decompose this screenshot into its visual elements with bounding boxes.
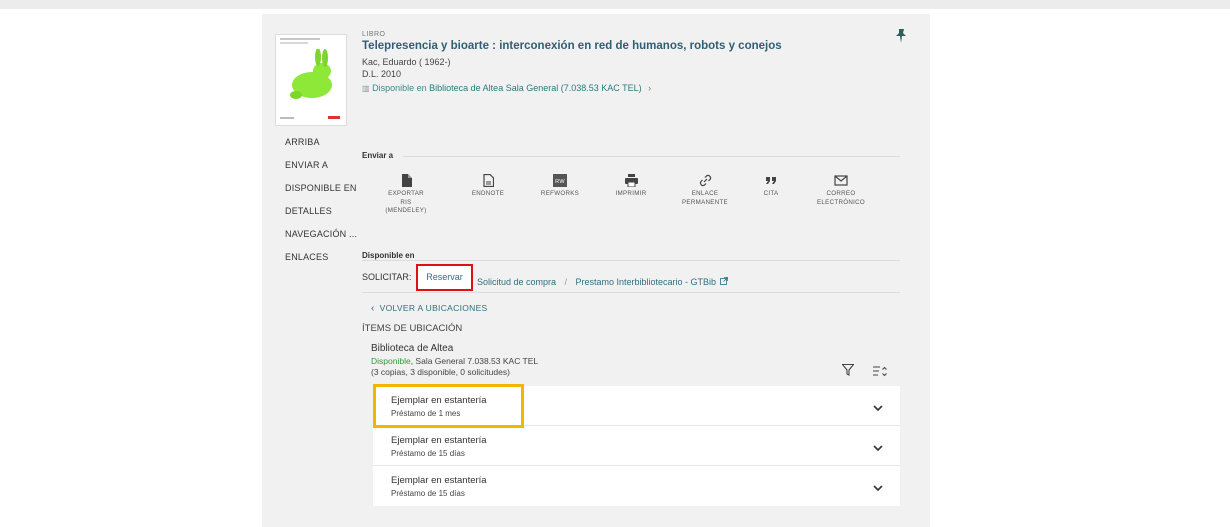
filter-icon[interactable] bbox=[841, 363, 855, 381]
quote-icon bbox=[736, 174, 806, 187]
item-title: Ejemplar en estantería bbox=[391, 435, 487, 446]
link-icon bbox=[670, 174, 740, 187]
file-icon bbox=[371, 174, 441, 187]
copies-summary: (3 copias, 3 disponible, 0 solicitudes) bbox=[371, 367, 510, 377]
chevron-down-icon[interactable] bbox=[873, 399, 883, 417]
available-divider-bottom bbox=[362, 292, 900, 293]
record-type: LIBRO bbox=[362, 31, 386, 38]
availability-book-icon: ▥ bbox=[362, 84, 370, 93]
printer-icon bbox=[596, 174, 666, 187]
item-title: Ejemplar en estantería bbox=[391, 475, 487, 486]
back-to-locations-link[interactable]: ‹ VOLVER A UBICACIONES bbox=[371, 303, 488, 314]
available-title: Disponible en bbox=[362, 251, 415, 260]
status-available: Disponible bbox=[371, 356, 411, 366]
email-button[interactable]: CORREO ELECTRÓNICO bbox=[806, 174, 876, 207]
send-to-divider bbox=[403, 156, 900, 157]
request-label: SOLICITAR: bbox=[362, 272, 412, 282]
cite-button[interactable]: CITA bbox=[736, 174, 806, 199]
external-link-icon bbox=[720, 272, 729, 289]
nav-item-navegacion[interactable]: NAVEGACIÓN ... bbox=[285, 229, 357, 239]
chevron-down-icon[interactable] bbox=[873, 439, 883, 457]
location-detail: , Sala General 7.038.53 KAC TEL bbox=[410, 356, 539, 366]
reserve-button[interactable]: Reservar bbox=[416, 264, 473, 291]
top-bar bbox=[0, 0, 1230, 9]
location-items-heading: ÍTEMS DE UBICACIÓN bbox=[362, 323, 463, 334]
record-date: D.L. 2010 bbox=[362, 69, 402, 79]
nav-item-enviar-a[interactable]: ENVIAR A bbox=[285, 160, 328, 170]
nav-item-arriba[interactable]: ARRIBA bbox=[285, 137, 320, 147]
book-cover[interactable] bbox=[275, 34, 347, 126]
item-loan: Préstamo de 15 días bbox=[391, 449, 465, 458]
availability-chevron: › bbox=[648, 83, 652, 93]
purchase-request-link[interactable]: Solicitud de compra bbox=[477, 277, 556, 287]
cover-title-line bbox=[280, 38, 320, 40]
endnote-button[interactable]: ENDNOTE bbox=[453, 174, 523, 199]
nav-item-enlaces[interactable]: ENLACES bbox=[285, 252, 328, 262]
pin-icon[interactable] bbox=[895, 29, 907, 43]
availability-location: Sala General (7.038.53 KAC TEL) bbox=[505, 83, 642, 93]
nav-item-disponible-en[interactable]: DISPONIBLE EN bbox=[285, 183, 357, 193]
send-to-title: Enviar a bbox=[362, 151, 394, 160]
record-title[interactable]: Telepresencia y bioarte : interconexión … bbox=[362, 40, 782, 52]
sort-icon[interactable] bbox=[873, 364, 887, 382]
request-options: Solicitud de compra / Prestamo Interbibl… bbox=[477, 272, 729, 290]
export-ris-button[interactable]: EXPORTAR RIS (MENDELEY) bbox=[371, 174, 441, 216]
available-divider-top bbox=[362, 260, 900, 261]
list-item[interactable]: Ejemplar en estantería Préstamo de 15 dí… bbox=[373, 426, 900, 466]
library-status-line: Disponible, Sala General 7.038.53 KAC TE… bbox=[371, 356, 538, 366]
refworks-button[interactable]: RW REFWORKS bbox=[525, 174, 595, 199]
refworks-icon: RW bbox=[525, 174, 595, 187]
cover-author-line bbox=[280, 117, 294, 119]
cover-subtitle-line bbox=[280, 42, 308, 44]
availability-link[interactable]: ▥ Disponible en Biblioteca de Altea Sala… bbox=[362, 83, 651, 93]
availability-library: Biblioteca de Altea bbox=[429, 83, 504, 93]
permalink-button[interactable]: ENLACE PERMANENTE bbox=[670, 174, 740, 207]
cover-publisher-logo bbox=[328, 116, 340, 119]
request-separator: / bbox=[564, 277, 568, 287]
print-button[interactable]: IMPRIMIR bbox=[596, 174, 666, 199]
nav-item-detalles[interactable]: DETALLES bbox=[285, 206, 332, 216]
mail-icon bbox=[806, 174, 876, 187]
item-highlight-box bbox=[373, 384, 524, 428]
chevron-down-icon[interactable] bbox=[873, 479, 883, 497]
list-item[interactable]: Ejemplar en estantería Préstamo de 15 dí… bbox=[373, 466, 900, 506]
document-icon bbox=[453, 174, 523, 187]
record-author: Kac, Eduardo ( 1962-) bbox=[362, 57, 451, 67]
rabbit-image bbox=[284, 49, 338, 105]
chevron-left-icon: ‹ bbox=[371, 303, 375, 314]
interlibrary-loan-link[interactable]: Prestamo Interbibliotecario - GTBib bbox=[575, 277, 716, 287]
availability-prefix: Disponible en bbox=[372, 83, 427, 93]
item-loan: Préstamo de 15 días bbox=[391, 489, 465, 498]
library-name: Biblioteca de Altea bbox=[371, 343, 454, 354]
refworks-badge-text: RW bbox=[555, 179, 565, 185]
